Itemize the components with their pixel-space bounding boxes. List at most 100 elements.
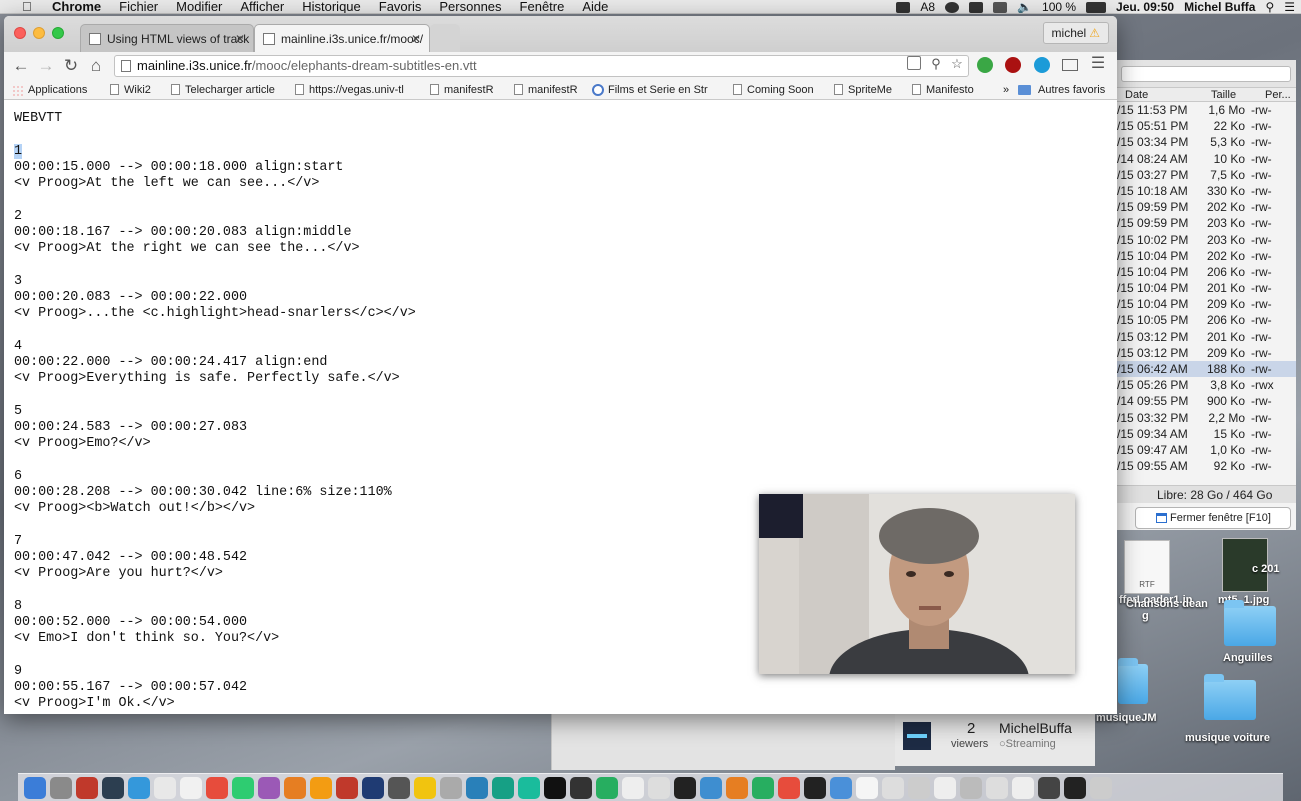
zoom-icon[interactable]: ⚲ [928, 56, 944, 72]
finder-file-row[interactable]: /15 05:26 PM 3,8 Ko -rwx [1111, 377, 1296, 393]
page-info-icon[interactable] [121, 60, 131, 72]
dock-app-icon[interactable] [102, 776, 124, 799]
finder-file-row[interactable]: /15 09:34 AM 15 Ko -rw- [1111, 426, 1296, 442]
menu-fichier[interactable]: Fichier [119, 0, 158, 13]
finder-file-row[interactable]: /15 09:59 PM 203 Ko -rw- [1111, 215, 1296, 231]
bookmarks-overflow-button[interactable]: » [987, 80, 1009, 100]
menu-clock[interactable]: Jeu. 09:50 [1116, 0, 1174, 13]
dock-app-icon[interactable] [310, 776, 332, 799]
wifi-icon[interactable] [993, 1, 1008, 13]
finder-col-perm[interactable]: Per... [1251, 88, 1291, 101]
profile-button[interactable]: michel ⚠ [1042, 22, 1109, 44]
dock-app-icon[interactable] [440, 776, 462, 799]
menu-favoris[interactable]: Favoris [379, 0, 422, 13]
desktop-icon-label[interactable]: Anguilles [1223, 652, 1273, 664]
tab-close-icon[interactable]: ✕ [235, 25, 245, 52]
battery-icon[interactable] [1086, 1, 1107, 13]
bookmark-spriteme[interactable]: SpriteMe [832, 80, 892, 100]
dock-app-icon[interactable] [1038, 776, 1060, 799]
close-window-icon[interactable] [14, 27, 26, 39]
dock-app-icon[interactable] [674, 776, 696, 799]
dock-app-icon[interactable] [362, 776, 384, 799]
dock-app-icon[interactable] [414, 776, 436, 799]
dock-app-icon[interactable] [336, 776, 358, 799]
apple-menu-icon[interactable]:  [22, 0, 42, 13]
tab-close-icon[interactable]: ✕ [411, 25, 421, 52]
folder-icon[interactable] [1204, 674, 1256, 720]
evernote-extension-icon[interactable] [977, 57, 993, 73]
menu-user[interactable]: Michel Buffa [1184, 0, 1255, 13]
dock-app-icon[interactable] [258, 776, 280, 799]
finder-search-input[interactable] [1121, 66, 1291, 82]
dock-app-icon[interactable] [986, 776, 1008, 799]
finder-file-row[interactable]: /15 03:34 PM 5,3 Ko -rw- [1111, 134, 1296, 150]
finder-file-row[interactable]: /15 11:53 PM 1,6 Mo -rw- [1111, 102, 1296, 118]
tab-vtt-file[interactable]: mainline.i3s.unice.fr/mooc/ ✕ [254, 24, 430, 52]
home-icon[interactable]: ⌂ [85, 55, 107, 77]
finder-file-row[interactable]: /15 03:32 PM 2,2 Mo -rw- [1111, 410, 1296, 426]
finder-file-row[interactable]: /15 10:18 AM 330 Ko -rw- [1111, 183, 1296, 199]
dock-app-icon[interactable] [648, 776, 670, 799]
notification-center-icon[interactable]: ☰ [1284, 0, 1295, 13]
spotlight-icon[interactable]: ⚲ [1265, 0, 1274, 13]
menu-historique[interactable]: Historique [302, 0, 361, 13]
bookmark-star-icon[interactable]: ☆ [949, 56, 965, 72]
dock-app-icon[interactable] [778, 776, 800, 799]
desktop-icon-label[interactable]: g [1142, 610, 1149, 622]
dock-app-icon[interactable] [206, 776, 228, 799]
dock-app-icon[interactable] [1012, 776, 1034, 799]
finder-file-row[interactable]: /15 09:47 AM 1,0 Ko -rw- [1111, 442, 1296, 458]
rtf-file-icon[interactable]: RTF [1124, 540, 1170, 594]
dock-app-icon[interactable] [700, 776, 722, 799]
dock-app-icon[interactable] [388, 776, 410, 799]
finder-file-row[interactable]: /14 08:24 AM 10 Ko -rw- [1111, 151, 1296, 167]
chrome-menu-icon[interactable]: ☰ [1090, 56, 1106, 72]
cast-icon[interactable] [1062, 59, 1078, 71]
ublock-extension-icon[interactable] [1005, 57, 1021, 73]
dock-app-icon[interactable] [1064, 776, 1086, 799]
finder-file-row[interactable]: /15 03:27 PM 7,5 Ko -rw- [1111, 167, 1296, 183]
m-extension-icon[interactable] [1034, 57, 1050, 73]
finder-col-date[interactable]: Date [1111, 88, 1197, 101]
folder-icon[interactable] [1118, 658, 1148, 704]
dock-app-icon[interactable] [1090, 776, 1112, 799]
dock-app-icon[interactable] [830, 776, 852, 799]
finder-file-row[interactable]: /15 10:04 PM 201 Ko -rw- [1111, 280, 1296, 296]
bookmark-apps[interactable]: Applications [12, 80, 87, 100]
drive-icon[interactable] [969, 1, 984, 13]
bookmark-manifestr-2[interactable]: manifestR [512, 80, 578, 100]
dock-app-icon[interactable] [492, 776, 514, 799]
dock-app-icon[interactable] [50, 776, 72, 799]
menu-afficher[interactable]: Afficher [240, 0, 284, 13]
bookmark-vegas[interactable]: https://vegas.univ-tl [293, 80, 417, 100]
dock-app-icon[interactable] [908, 776, 930, 799]
dock-app-icon[interactable] [232, 776, 254, 799]
reload-icon[interactable]: ↻ [60, 55, 82, 77]
dock-app-icon[interactable] [622, 776, 644, 799]
finder-file-row[interactable]: /14 09:55 PM 900 Ko -rw- [1111, 393, 1296, 409]
bookmark-manifesto[interactable]: Manifesto [910, 80, 974, 100]
dock-app-icon[interactable] [154, 776, 176, 799]
screen-record-icon[interactable] [896, 1, 911, 13]
finder-file-row[interactable]: /15 05:51 PM 22 Ko -rw- [1111, 118, 1296, 134]
finder-file-row[interactable]: /15 10:04 PM 209 Ko -rw- [1111, 296, 1296, 312]
close-window-button[interactable]: Fermer fenêtre [F10] [1135, 507, 1291, 529]
dock-app-icon[interactable] [180, 776, 202, 799]
dock-app-icon[interactable] [726, 776, 748, 799]
address-bar[interactable]: mainline.i3s.unice.fr/mooc/elephants-dre… [114, 55, 969, 77]
bookmark-telecharger[interactable]: Telecharger article [169, 80, 275, 100]
finder-file-row[interactable]: /15 03:12 PM 209 Ko -rw- [1111, 345, 1296, 361]
subtitle-extension-icon[interactable] [907, 56, 921, 70]
bookmark-other-favorites[interactable]: Autres favoris [1018, 80, 1105, 100]
dock-app-icon[interactable] [934, 776, 956, 799]
finder-file-row[interactable]: /15 09:59 PM 202 Ko -rw- [1111, 199, 1296, 215]
dock-app-icon[interactable] [882, 776, 904, 799]
dock-app-icon[interactable] [570, 776, 592, 799]
minimize-window-icon[interactable] [33, 27, 45, 39]
battery-percent[interactable]: 100 % [1042, 0, 1076, 13]
bookmark-wiki2[interactable]: Wiki2 [108, 80, 151, 100]
new-tab-button[interactable] [430, 24, 460, 52]
finder-file-row[interactable]: /15 10:04 PM 202 Ko -rw- [1111, 248, 1296, 264]
dock-app-icon[interactable] [596, 776, 618, 799]
finder-file-row[interactable]: /15 06:42 AM 188 Ko -rw- [1111, 361, 1296, 378]
